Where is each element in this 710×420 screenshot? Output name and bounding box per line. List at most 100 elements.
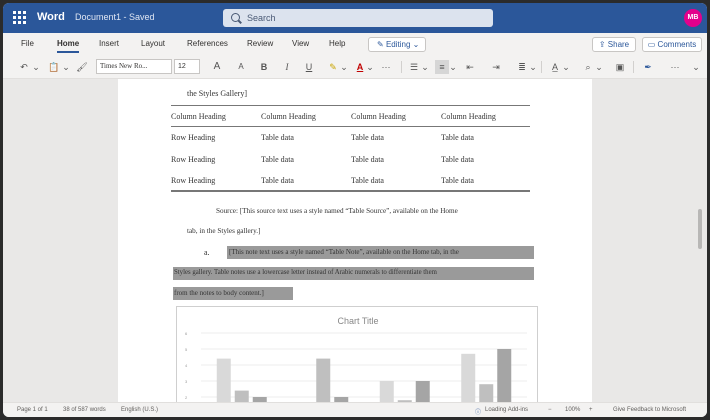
format-painter-icon[interactable]: 🖌 <box>75 60 89 74</box>
tab-home[interactable]: Home <box>57 39 80 53</box>
chevron-down-icon[interactable]: ⌄ <box>421 60 429 74</box>
chevron-down-icon[interactable]: ⌄ <box>691 60 701 74</box>
addins-status: Loading Add-ins <box>485 407 529 413</box>
tab-view[interactable]: View <box>292 39 309 48</box>
shrink-font-button[interactable]: A <box>235 60 247 74</box>
more-options-icon[interactable]: ··· <box>379 60 393 74</box>
scroll-thumb[interactable] <box>698 209 702 249</box>
table-bottom-rule <box>171 190 530 192</box>
table-note-line: [This note text uses a style named “Tabl… <box>229 248 459 256</box>
app-launcher-icon[interactable] <box>13 11 27 25</box>
chart-bar <box>461 353 476 402</box>
styles-icon[interactable]: A̲ <box>548 60 562 74</box>
editing-label: Editing <box>385 40 411 49</box>
chevron-down-icon[interactable]: ⌄ <box>562 60 570 74</box>
page-count[interactable]: Page 1 of 1 <box>17 407 48 413</box>
share-button[interactable]: ⇪ Share <box>592 37 636 52</box>
clipboard-icon[interactable]: 📋 <box>47 60 61 74</box>
dictate-icon[interactable]: ▣ <box>613 60 627 74</box>
chart-bar <box>415 381 430 402</box>
document-name[interactable]: Document1 - Saved <box>75 12 155 22</box>
numbering-icon[interactable]: ≡ <box>435 60 449 74</box>
chevron-down-icon[interactable]: ⌄ <box>61 60 71 74</box>
zoom-in-icon[interactable]: + <box>589 407 593 413</box>
table-source-line: tab, in the Styles gallery.] <box>187 227 261 235</box>
table-cell: Table data <box>441 176 474 185</box>
zoom-level[interactable]: 100% <box>565 407 580 413</box>
table-row-heading: Row Heading <box>171 176 216 185</box>
share-icon: ⇪ <box>598 40 608 49</box>
comment-icon: ▭ <box>647 40 658 49</box>
table-cell: Table data <box>261 133 294 142</box>
decrease-indent-icon[interactable]: ⇤ <box>463 60 477 74</box>
undo-icon[interactable]: ↶ <box>17 60 31 74</box>
share-label: Share <box>607 40 630 49</box>
table-source-line: Source: [This source text uses a style n… <box>216 207 458 215</box>
table-cell: Table data <box>351 176 384 185</box>
font-size-select[interactable]: 12 <box>174 59 200 74</box>
chart-bar <box>497 349 512 402</box>
table-cell: Table data <box>261 176 294 185</box>
chart-plot: 654321 <box>185 331 527 402</box>
tab-layout[interactable]: Layout <box>141 39 165 48</box>
chevron-down-icon[interactable]: ⌄ <box>366 60 374 74</box>
document-page[interactable]: the Styles Gallery] Column Heading Colum… <box>118 79 592 402</box>
vertical-scrollbar[interactable] <box>696 79 705 402</box>
comments-button[interactable]: ▭ Comments <box>642 37 702 52</box>
divider <box>401 61 402 73</box>
table-row-heading: Row Heading <box>171 133 216 142</box>
table-cell: Table data <box>351 133 384 142</box>
increase-indent-icon[interactable]: ⇥ <box>489 60 503 74</box>
bullets-icon[interactable]: ☰ <box>407 60 421 74</box>
table-header-cell: Column Heading <box>351 112 406 121</box>
tab-file[interactable]: File <box>21 39 34 48</box>
tab-help[interactable]: Help <box>329 39 345 48</box>
chevron-down-icon[interactable]: ⌄ <box>529 60 537 74</box>
table-header-rule <box>171 126 530 127</box>
zoom-out-icon[interactable]: − <box>548 407 552 413</box>
chevron-down-icon[interactable]: ⌄ <box>31 60 41 74</box>
chevron-down-icon: ⌄ <box>410 40 420 49</box>
table-cell: Table data <box>261 155 294 164</box>
table-row-heading: Row Heading <box>171 155 216 164</box>
chevron-down-icon[interactable]: ⌄ <box>449 60 457 74</box>
find-icon[interactable]: ⌕ <box>581 60 595 74</box>
y-tick-label: 4 <box>185 363 188 368</box>
gallery-text-tail: the Styles Gallery] <box>187 89 247 98</box>
document-canvas[interactable]: the Styles Gallery] Column Heading Colum… <box>3 79 707 402</box>
tab-references[interactable]: References <box>187 39 228 48</box>
language-indicator[interactable]: English (U.S.) <box>121 407 158 413</box>
tab-review[interactable]: Review <box>247 39 273 48</box>
font-color-icon[interactable]: A <box>353 60 367 74</box>
avatar[interactable]: MB <box>684 9 702 27</box>
more-options-icon[interactable]: ··· <box>668 60 682 74</box>
editing-mode-button[interactable]: ✎ Editing ⌄ <box>368 37 427 52</box>
highlight-icon[interactable]: ✎ <box>325 60 341 74</box>
search-box[interactable]: Search <box>223 9 493 27</box>
y-tick-label: 6 <box>185 331 188 336</box>
tab-insert[interactable]: Insert <box>99 39 119 48</box>
grow-font-button[interactable]: A <box>211 60 223 74</box>
app-name[interactable]: Word <box>37 11 65 23</box>
chart-bar <box>479 384 494 402</box>
info-icon: ⓘ <box>475 410 482 416</box>
note-marker: a. <box>204 248 210 257</box>
word-count[interactable]: 38 of 587 words <box>63 407 106 413</box>
italic-button[interactable]: I <box>281 60 293 74</box>
align-icon[interactable]: ≣ <box>515 60 529 74</box>
chart[interactable]: Chart Title 654321 <box>176 306 538 402</box>
divider <box>633 61 634 73</box>
bold-button[interactable]: B <box>258 60 270 74</box>
feedback-link[interactable]: Give Feedback to Microsoft <box>613 407 686 413</box>
table-cell: Table data <box>441 133 474 142</box>
table-note-line: Styles gallery. Table notes use a lowerc… <box>174 269 437 276</box>
underline-button[interactable]: U <box>303 60 315 74</box>
status-bar: Page 1 of 1 38 of 587 words English (U.S… <box>3 402 707 417</box>
editor-icon[interactable]: ✒ <box>641 60 655 74</box>
y-tick-label: 3 <box>185 379 188 384</box>
chart-bar <box>234 390 249 402</box>
font-name-select[interactable]: Times New Ro... <box>96 59 172 74</box>
word-window: Word Document1 - Saved Search MB File Ho… <box>3 3 707 417</box>
chevron-down-icon[interactable]: ⌄ <box>595 60 603 74</box>
chevron-down-icon[interactable]: ⌄ <box>340 60 348 74</box>
